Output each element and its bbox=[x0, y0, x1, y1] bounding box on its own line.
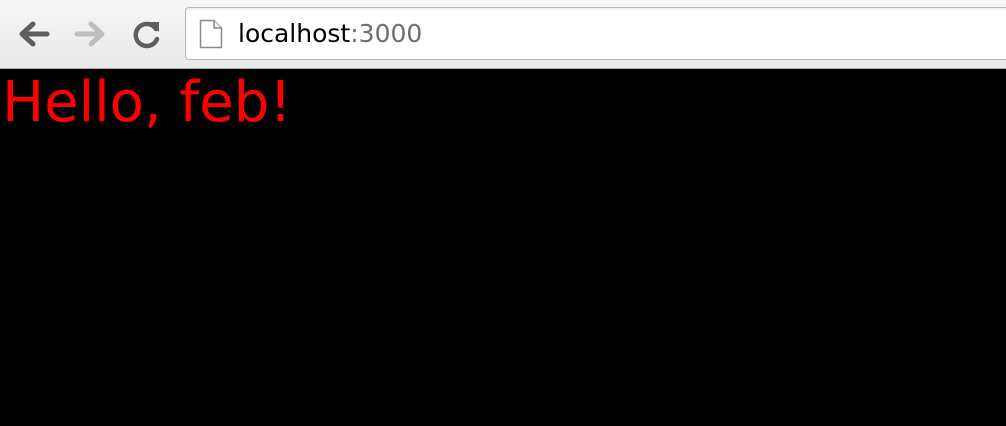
page-content: Hello, feb! bbox=[0, 69, 1006, 426]
reload-button[interactable] bbox=[129, 16, 165, 52]
address-bar[interactable]: localhost:3000 bbox=[185, 7, 1006, 60]
back-button[interactable] bbox=[16, 16, 52, 52]
page-icon bbox=[199, 19, 223, 49]
forward-button[interactable] bbox=[72, 16, 108, 52]
reload-icon bbox=[133, 21, 160, 49]
greeting-heading: Hello, feb! bbox=[2, 70, 292, 135]
browser-toolbar: localhost:3000 bbox=[0, 0, 1006, 69]
forward-arrow-icon bbox=[74, 21, 105, 47]
url-text: localhost:3000 bbox=[238, 18, 422, 50]
url-host: localhost bbox=[238, 19, 351, 48]
back-arrow-icon bbox=[19, 21, 50, 47]
url-port: :3000 bbox=[350, 19, 423, 48]
